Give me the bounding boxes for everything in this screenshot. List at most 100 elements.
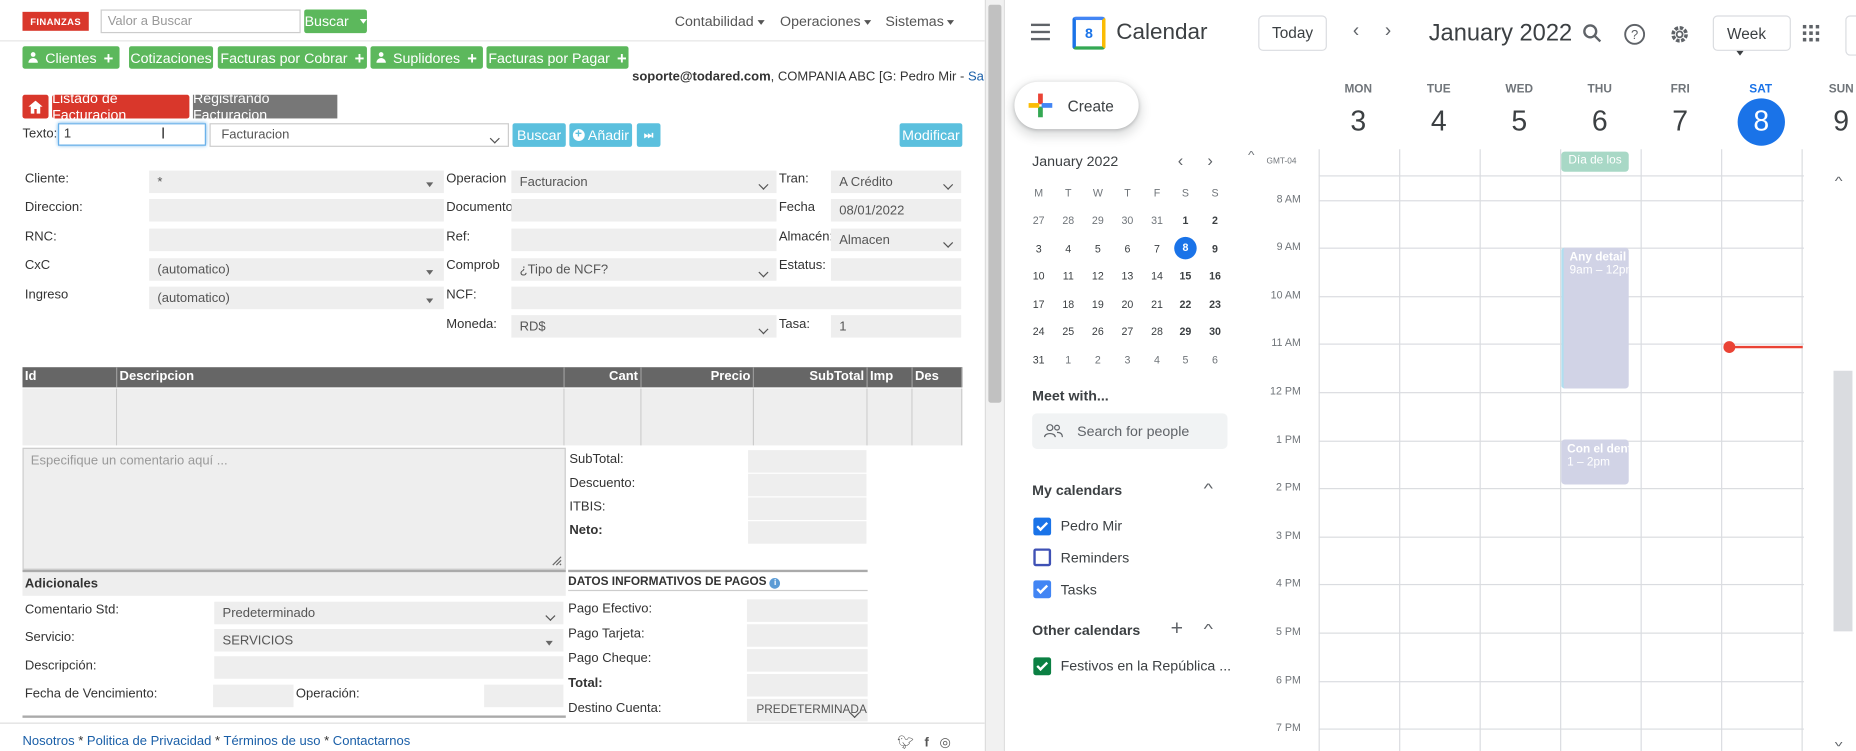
mini-day[interactable]: 23 [1200, 298, 1230, 310]
mini-day[interactable]: 10 [1024, 270, 1054, 282]
mini-day[interactable]: 26 [1083, 326, 1113, 338]
search-icon[interactable] [1583, 24, 1602, 43]
nav-operaciones[interactable]: Operaciones [780, 13, 872, 30]
mini-day[interactable]: 28 [1053, 214, 1083, 226]
tran-select[interactable]: A Crédito [830, 170, 962, 194]
apps-grid-icon[interactable] [1802, 24, 1820, 42]
instagram-icon[interactable]: ◎ [940, 736, 951, 750]
day-number[interactable]: 5 [1480, 105, 1559, 138]
terminos-link[interactable]: Términos de uso [223, 734, 320, 748]
mini-day[interactable]: 4 [1142, 354, 1172, 366]
day-number[interactable]: 8 [1737, 98, 1785, 146]
day-number[interactable]: 4 [1399, 105, 1478, 138]
checkbox-reminders[interactable] [1033, 548, 1052, 567]
estatus-field[interactable] [830, 258, 962, 281]
comentario-std-select[interactable]: Predeterminado [214, 601, 564, 625]
day-number[interactable]: 6 [1560, 105, 1639, 138]
nav-contabilidad[interactable]: Contabilidad [675, 13, 765, 30]
calendar-event[interactable]: Con el dent 1 – 2pm [1561, 439, 1629, 485]
mini-day[interactable]: 14 [1142, 270, 1172, 282]
checkbox-pedro-mir[interactable] [1033, 517, 1052, 536]
mini-day[interactable]: 22 [1171, 298, 1201, 310]
almacen-select[interactable]: Almacen [830, 228, 962, 252]
comprob-select[interactable]: ¿Tipo de NCF? [511, 258, 777, 281]
chevron-down-icon[interactable]: ^ [1835, 734, 1843, 747]
operacion-select[interactable]: Facturacion [511, 170, 777, 194]
chevron-up-icon[interactable]: ^ [1204, 480, 1213, 497]
mini-day[interactable]: 11 [1053, 270, 1083, 282]
facturas-pagar-button[interactable]: Facturas por Pagar + [486, 46, 629, 69]
chevron-left-icon[interactable]: ‹ [1353, 21, 1359, 42]
table-cell[interactable] [117, 388, 565, 446]
mini-day[interactable]: 2 [1200, 214, 1230, 226]
tipo-select[interactable]: Facturacion [209, 123, 509, 147]
table-cell[interactable] [564, 388, 642, 446]
mini-day[interactable]: 20 [1113, 298, 1143, 310]
mini-day[interactable]: 4 [1053, 242, 1083, 254]
clientes-button[interactable]: Clientes + [22, 46, 120, 69]
mini-day[interactable]: 19 [1083, 298, 1113, 310]
create-button[interactable]: Create [1014, 81, 1139, 130]
day-number[interactable]: 9 [1802, 105, 1856, 138]
cliente-select[interactable]: * [149, 170, 444, 194]
mini-day[interactable]: 29 [1083, 214, 1113, 226]
moneda-select[interactable]: RD$ [511, 315, 777, 338]
rnc-field[interactable] [149, 228, 444, 252]
anadir-button[interactable]: + Añadir [569, 123, 633, 147]
ingreso-select[interactable]: (automatico) [149, 286, 444, 310]
mini-day[interactable]: 27 [1024, 214, 1054, 226]
account-button[interactable] [1845, 15, 1856, 56]
direccion-field[interactable] [149, 199, 444, 222]
search-people-input[interactable]: Search for people [1032, 413, 1228, 449]
mini-day[interactable]: 13 [1113, 270, 1143, 282]
cotizaciones-button[interactable]: Cotizaciones [129, 46, 214, 69]
checkbox-festivos[interactable] [1033, 657, 1052, 676]
chevron-up-icon[interactable]: ^ [1248, 149, 1255, 161]
info-icon[interactable]: i [769, 578, 781, 589]
scrollbar[interactable] [984, 0, 1004, 751]
mini-day[interactable]: 15 [1171, 270, 1201, 282]
nosotros-link[interactable]: Nosotros [22, 734, 74, 748]
mini-day[interactable]: 27 [1113, 326, 1143, 338]
last-record-button[interactable]: ⏭ [636, 123, 661, 147]
ref-field[interactable] [511, 228, 777, 252]
finanzas-logo[interactable]: FINANZAS [22, 11, 89, 31]
pago-efectivo-field[interactable] [746, 599, 868, 622]
comment-textarea[interactable]: Especifique un comentario aquí ... [22, 447, 566, 570]
tasa-field[interactable]: 1 [830, 315, 962, 338]
tab-listado[interactable]: Listado de Facturacion [52, 90, 190, 123]
pago-cheque-field[interactable] [746, 649, 868, 672]
modificar-button[interactable]: Modificar [899, 123, 963, 147]
nav-sistemas[interactable]: Sistemas [885, 13, 955, 30]
facebook-icon[interactable]: f [924, 736, 928, 750]
buscar-button[interactable]: Buscar [512, 123, 566, 147]
search-button[interactable]: Buscar [304, 9, 367, 34]
vencimiento-field[interactable] [213, 684, 294, 708]
mini-day[interactable]: 6 [1200, 354, 1230, 366]
mini-day[interactable]: 2 [1083, 354, 1113, 366]
fecha-field[interactable]: 08/01/2022 [830, 199, 962, 222]
table-cell[interactable] [641, 388, 754, 446]
settings-gear-icon[interactable] [1669, 24, 1690, 45]
facturas-cobrar-button[interactable]: Facturas por Cobrar + [217, 46, 367, 69]
privacidad-link[interactable]: Politica de Privacidad [87, 734, 211, 748]
servicio-select[interactable]: SERVICIOS [214, 628, 564, 652]
view-select[interactable]: Week [1712, 15, 1791, 56]
mini-day[interactable]: 21 [1142, 298, 1172, 310]
mini-day[interactable]: 7 [1142, 242, 1172, 254]
today-button[interactable]: Today [1258, 15, 1327, 51]
ncf-field[interactable] [511, 286, 962, 310]
twitter-icon[interactable]: 🐦︎ [897, 736, 914, 750]
my-calendars-heading[interactable]: My calendars [1032, 482, 1122, 499]
contactarnos-link[interactable]: Contactarnos [333, 734, 410, 748]
mini-day[interactable]: 6 [1113, 242, 1143, 254]
descripcion-field[interactable] [214, 656, 564, 679]
mini-day[interactable]: 3 [1024, 242, 1054, 254]
table-cell[interactable] [912, 388, 963, 446]
other-calendars-heading[interactable]: Other calendars [1032, 622, 1140, 639]
chevron-right-icon[interactable]: › [1207, 150, 1213, 169]
scrollbar-thumb[interactable] [1833, 370, 1853, 632]
table-cell[interactable] [753, 388, 868, 446]
calendar-event[interactable]: Any detail9am – 12pm [1561, 247, 1629, 389]
mini-day-selected[interactable]: 8 [1174, 236, 1197, 259]
